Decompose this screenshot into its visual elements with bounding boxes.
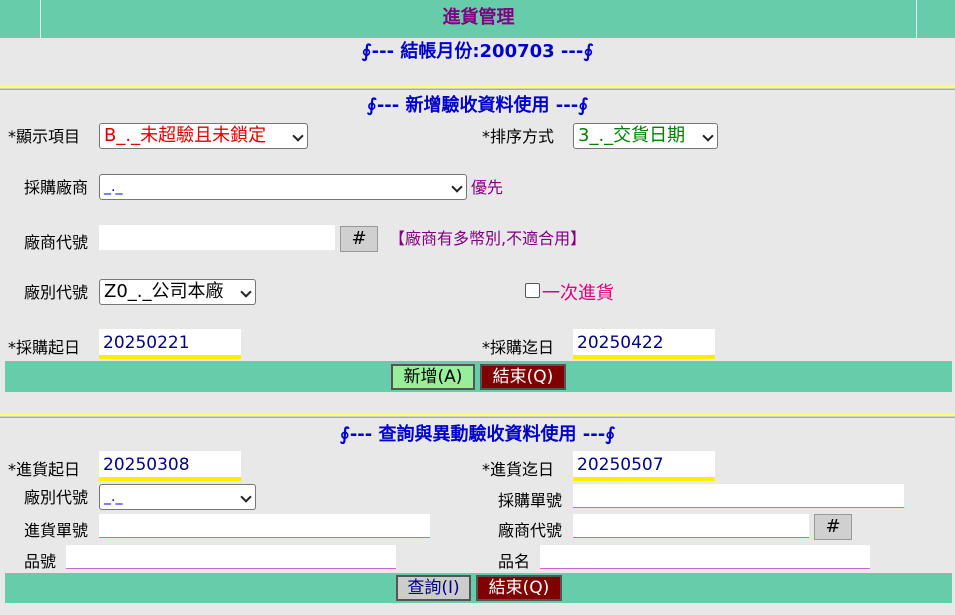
month-banner: ∮--- 結帳月份:200703 ---∮ (361, 41, 594, 62)
factory-select[interactable]: Z0_._公司本廠 (99, 279, 256, 305)
vendor-select[interactable]: _._ (99, 174, 467, 200)
item-name-label: 品名 (498, 552, 531, 571)
receipt-end-label: *進貨迄日 (482, 460, 555, 479)
vendor-code-label: 廠商代號 (24, 233, 89, 252)
query-factory-select[interactable]: _._ (99, 484, 256, 510)
factory-value: Z0_._公司本廠 (104, 281, 224, 302)
item-name-input[interactable] (540, 545, 870, 569)
vendor-label: 採購廠商 (24, 178, 89, 197)
page-title: 進貨管理 (442, 7, 515, 28)
factory-label: 廠別代號 (24, 283, 89, 302)
receipt-start-label: *進貨起日 (8, 460, 81, 479)
one-time-checkbox[interactable] (525, 283, 540, 298)
chevron-down-icon (240, 286, 252, 298)
title-bar-right-cell (916, 0, 955, 38)
query-button[interactable]: 查詢(I) (396, 575, 471, 601)
add-action-bar (5, 361, 952, 392)
receipt-number-input[interactable] (99, 514, 430, 538)
title-bar: 進貨管理 (0, 0, 955, 38)
po-number-input[interactable] (573, 484, 904, 508)
one-time-label: 一次進貨 (542, 283, 614, 304)
chevron-down-icon (240, 491, 252, 503)
display-item-label: *顯示項目 (8, 127, 81, 146)
chevron-down-icon (451, 181, 463, 193)
query-vendor-code-label: 廠商代號 (498, 521, 563, 540)
item-number-input[interactable] (66, 545, 396, 569)
chevron-down-icon (702, 130, 714, 142)
display-item-value: B_._未超驗且未鎖定 (104, 125, 267, 146)
vendor-currency-note: 【廠商有多幣別,不適合用】 (389, 229, 587, 248)
query-exit-button[interactable]: 結束(Q) (476, 575, 562, 601)
priority-text: 優先 (471, 178, 504, 197)
receipt-end-input[interactable]: 20250507 (573, 451, 715, 481)
query-vendor-code-input[interactable] (573, 514, 809, 538)
purchase-start-input[interactable]: 20250221 (99, 329, 241, 359)
chevron-down-icon (292, 130, 304, 142)
purchase-end-label: *採購迄日 (482, 338, 555, 357)
vendor-value: _._ (104, 179, 123, 195)
vendor-lookup-button[interactable]: # (340, 226, 378, 252)
query-factory-value: _._ (104, 489, 123, 505)
add-button[interactable]: 新增(A) (391, 364, 475, 390)
sort-label: *排序方式 (482, 127, 555, 146)
item-number-label: 品號 (24, 552, 57, 571)
po-number-label: 採購單號 (498, 491, 563, 510)
vendor-code-input[interactable] (99, 225, 335, 250)
sort-select[interactable]: 3_._交貨日期 (573, 123, 718, 149)
section-divider (0, 86, 955, 90)
receipt-start-input[interactable]: 20250308 (99, 451, 241, 481)
title-bar-left-cell (0, 0, 41, 38)
sort-value: 3_._交貨日期 (578, 125, 686, 146)
purchase-end-input[interactable]: 20250422 (573, 329, 715, 359)
receipt-number-label: 進貨單號 (24, 521, 89, 540)
query-vendor-lookup-button[interactable]: # (814, 514, 852, 540)
query-section-title: ∮--- 查詢與異動驗收資料使用 ---∮ (339, 424, 616, 445)
purchase-start-label: *採購起日 (8, 338, 81, 357)
add-section-title: ∮--- 新增驗收資料使用 ---∮ (366, 95, 589, 116)
section-divider (0, 414, 955, 418)
query-factory-label: 廠別代號 (24, 488, 89, 507)
display-item-select[interactable]: B_._未超驗且未鎖定 (99, 123, 308, 149)
add-exit-button[interactable]: 結束(Q) (480, 364, 566, 390)
